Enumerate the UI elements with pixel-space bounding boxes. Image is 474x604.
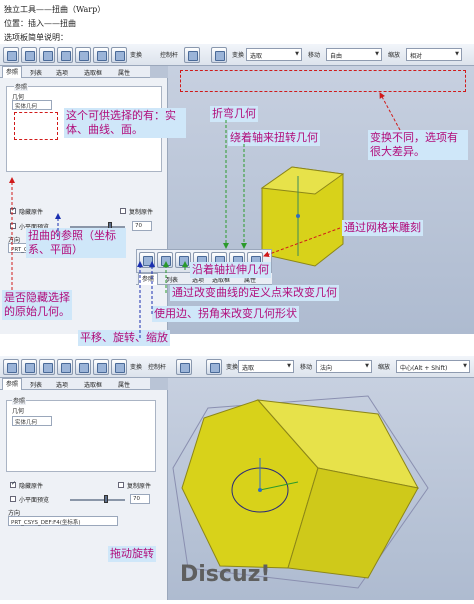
twist-icon[interactable]: [93, 359, 109, 375]
references-panel-bottom: 参照 几何 实体几何 隐藏原件 复制原件 小平面预览 70 方向 PRT_CSY…: [0, 390, 168, 600]
bend-icon[interactable]: [75, 359, 91, 375]
scale-label: 缩放: [378, 364, 391, 371]
preview-value-field[interactable]: 70: [130, 494, 150, 504]
arrow-to-sculpt: [263, 227, 341, 258]
stretch-icon[interactable]: [57, 359, 73, 375]
spine-icon[interactable]: [39, 359, 55, 375]
tab-options[interactable]: 选项: [56, 380, 68, 389]
move-label: 移动: [300, 364, 313, 371]
options-tabs-bottom: 参照 列表 选项 选取框 属性: [0, 378, 150, 390]
note-drag-rotate: 拖动旋转: [108, 546, 156, 562]
hide-original-label: 隐藏原件: [19, 483, 44, 490]
tab-properties[interactable]: 属性: [118, 380, 130, 389]
copy-original-checkbox[interactable]: [118, 482, 124, 488]
references-group-title: 参照: [12, 396, 27, 405]
preview-slider-track: [70, 499, 125, 501]
scale-select-value: 中心(Alt + Shift): [400, 365, 448, 372]
chevron-down-icon: ▼: [365, 363, 369, 369]
marquee-icon[interactable]: [206, 359, 222, 375]
direction-field[interactable]: PRT_CSYS_DEF:F4(坐标系): [8, 516, 118, 526]
transform-select[interactable]: 选取 ▼: [238, 360, 294, 373]
move-select[interactable]: 法向 ▼: [316, 360, 372, 373]
geometry-collector[interactable]: 实体几何: [12, 416, 52, 426]
tab-marquee[interactable]: 选取框: [84, 380, 102, 389]
move-transform-icon[interactable]: [3, 359, 19, 375]
preview-slider-thumb[interactable]: [104, 495, 108, 503]
move-select-value: 法向: [320, 365, 333, 372]
transform-icon-label: 变换: [130, 364, 143, 371]
small-plane-checkbox[interactable]: [10, 496, 16, 502]
hide-original-checkbox[interactable]: [10, 480, 16, 488]
control-icon[interactable]: [176, 359, 192, 375]
tab-list[interactable]: 列表: [30, 380, 42, 389]
sculpt-icon[interactable]: [111, 359, 127, 375]
chevron-down-icon: ▼: [287, 363, 291, 369]
transform-select-value: 选取: [242, 365, 255, 372]
transform-label: 变换: [226, 364, 239, 371]
arrow-to-options: [379, 92, 401, 131]
watermark-logo: Discuz!: [180, 562, 271, 587]
small-plane-label: 小平面预览: [19, 497, 50, 504]
control-label: 控制杆: [148, 364, 167, 371]
warp-icon[interactable]: [21, 359, 37, 375]
warp-toolbar-bottom: 变换 控制杆 变换 选取 ▼ 移动 法向 ▼ 缩放 中心(Alt + Shift) ▼: [0, 356, 474, 378]
references-group: [6, 400, 156, 472]
chevron-down-icon: ▼: [463, 363, 467, 369]
geometry-label: 几何: [12, 408, 25, 415]
tab-references[interactable]: 参照: [2, 378, 23, 390]
copy-original-label: 复制原件: [127, 483, 152, 490]
csys-origin: [258, 488, 262, 492]
scale-select[interactable]: 中心(Alt + Shift) ▼: [396, 360, 470, 373]
